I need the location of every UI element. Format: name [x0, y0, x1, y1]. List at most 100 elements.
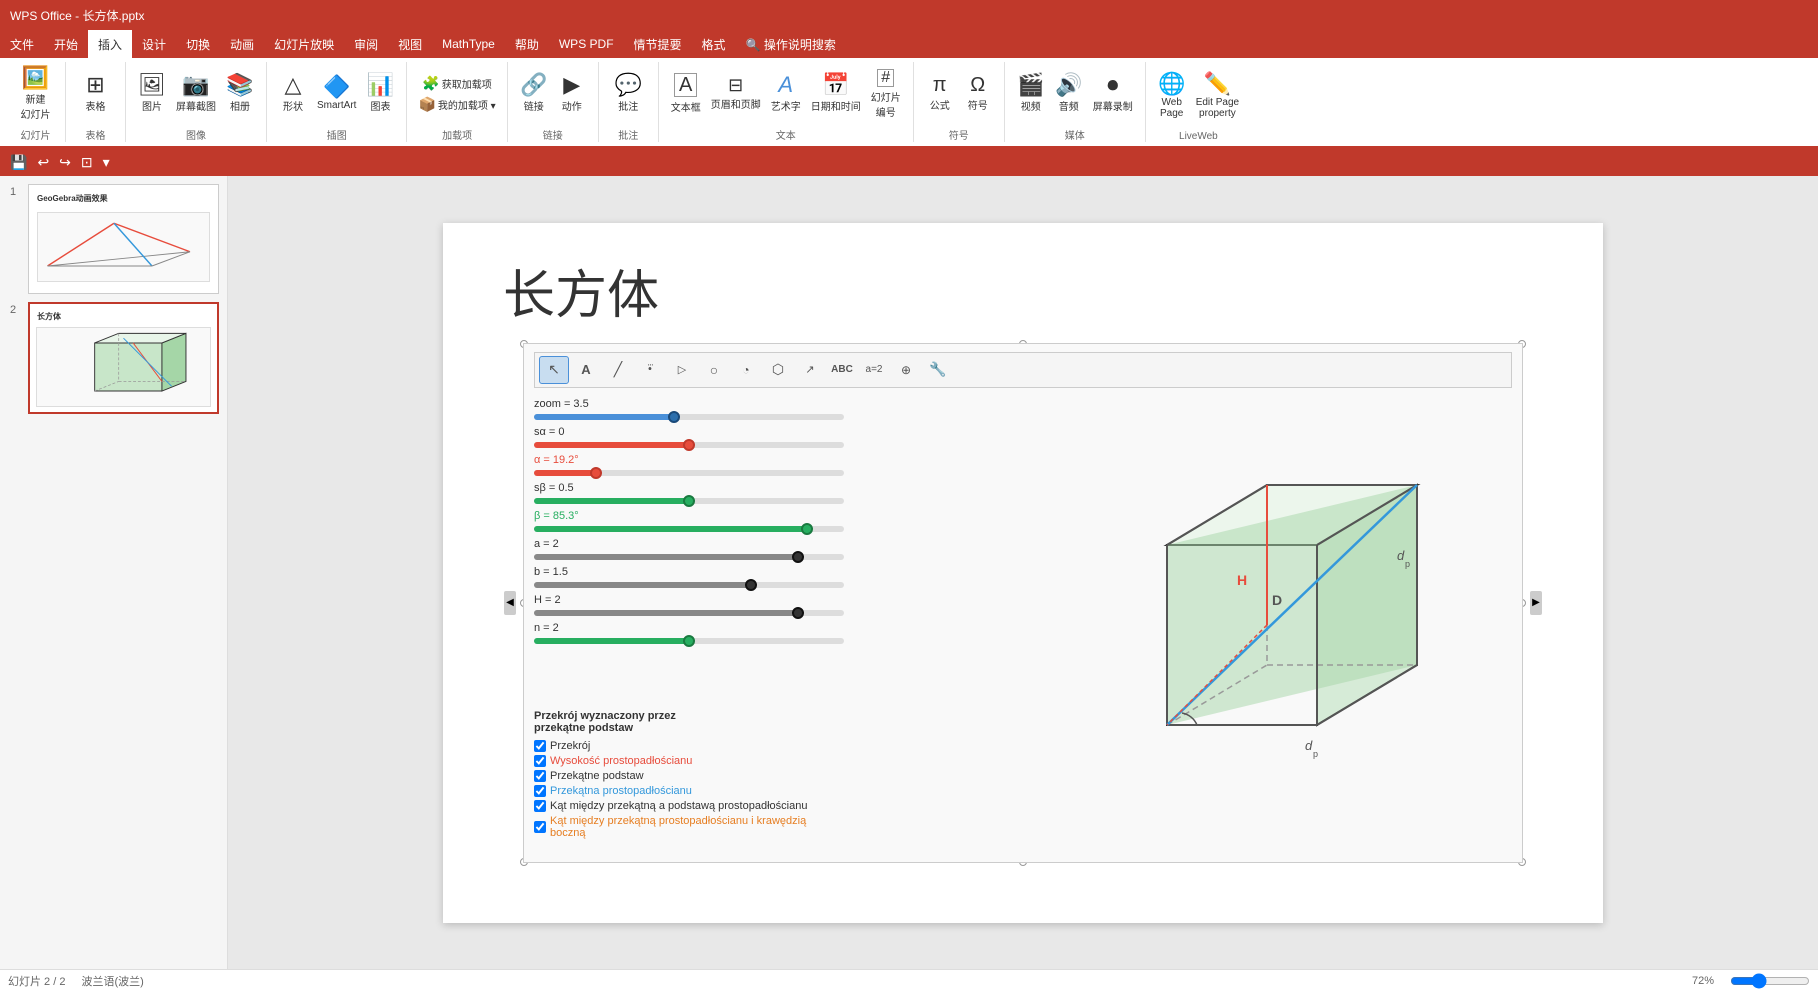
group-buttons-slides: 🖼️ 新建幻灯片	[17, 62, 55, 125]
tab-animation[interactable]: 动画	[220, 30, 264, 58]
panel-arrow-right[interactable]: ▶	[1530, 591, 1542, 615]
checkbox-kat-podstawa-input[interactable]	[534, 800, 546, 812]
slide-thumb-2[interactable]: 长方体	[28, 302, 219, 414]
checkbox-kat-krawedz-input[interactable]	[534, 821, 546, 833]
btn-action[interactable]: ▶ 动作	[554, 72, 590, 115]
geo-tool-arc[interactable]: ◔	[731, 356, 761, 384]
btn-album[interactable]: 📚 相册	[222, 72, 258, 115]
btn-shape[interactable]: △ 形状	[275, 72, 311, 115]
slider-b-track[interactable]	[534, 582, 844, 588]
checkbox-przekatna-prostop-input[interactable]	[534, 785, 546, 797]
checkbox-przekatne-input[interactable]	[534, 770, 546, 782]
btn-get-addons[interactable]: 🧩 获取加载项	[419, 74, 494, 93]
tab-storyboard[interactable]: 情节提要	[624, 30, 692, 58]
tab-home[interactable]: 开始	[44, 30, 88, 58]
btn-picture[interactable]: 🖼 图片	[134, 72, 170, 115]
tab-format[interactable]: 格式	[692, 30, 736, 58]
tab-design[interactable]: 设计	[132, 30, 176, 58]
svg-text:d: d	[1305, 738, 1313, 753]
btn-undo[interactable]: ↩	[35, 152, 51, 173]
btn-wordart[interactable]: A 艺术字	[767, 72, 805, 115]
geo-tool-polygon[interactable]: ⬡	[763, 356, 793, 384]
tab-transition[interactable]: 切换	[176, 30, 220, 58]
tab-search[interactable]: 🔍 操作说明搜索	[736, 30, 846, 58]
btn-custom[interactable]: ⊡	[79, 152, 95, 173]
svg-text:p: p	[1405, 559, 1410, 569]
btn-symbol[interactable]: Ω 符号	[960, 73, 996, 114]
zoom-level: 72%	[1692, 975, 1714, 987]
slider-alpha-label: α = 19.2°	[534, 454, 844, 466]
btn-screenshot[interactable]: 📷 屏幕截图	[172, 72, 220, 115]
btn-link[interactable]: 🔗 链接	[516, 72, 552, 115]
tab-view[interactable]: 视图	[388, 30, 432, 58]
group-buttons-text: A 文本框 ⊟ 页眉和页脚 A 艺术字 📅 日期和时间 # 幻灯片编号	[667, 62, 905, 125]
btn-qa-dropdown[interactable]: ▾	[101, 152, 112, 173]
video-icon: 🎬	[1017, 74, 1044, 96]
group-buttons-illustration: △ 形状 🔷 SmartArt 📊 图表	[275, 62, 398, 125]
tab-insert[interactable]: 插入	[88, 30, 132, 58]
panel-arrow-left[interactable]: ◀	[504, 591, 516, 615]
slider-zoom-track[interactable]	[534, 414, 844, 420]
geo-tool-circle[interactable]: ○	[699, 356, 729, 384]
tab-wpspdf[interactable]: WPS PDF	[549, 30, 624, 58]
group-buttons-media: 🎬 视频 🔊 音频 ⏺ 屏幕录制	[1013, 62, 1137, 125]
geo-tool-triangle[interactable]: ▷	[667, 356, 697, 384]
slider-h-track[interactable]	[534, 610, 844, 616]
geo-tool-measure[interactable]: a=2	[859, 356, 889, 384]
btn-header-footer[interactable]: ⊟ 页眉和页脚	[707, 74, 765, 113]
geo-tool-abc[interactable]: ABC	[827, 356, 857, 384]
ribbon-group-image: 🖼 图片 📷 屏幕截图 📚 相册 图像	[126, 62, 267, 142]
slider-zoom: zoom = 3.5	[534, 398, 844, 420]
tab-review[interactable]: 审阅	[344, 30, 388, 58]
slide-panel: 1 GeoGebra动画效果	[0, 176, 228, 969]
group-label-link: 链接	[543, 127, 563, 142]
slider-a-track[interactable]	[534, 554, 844, 560]
geo-tool-line[interactable]: ╱	[603, 356, 633, 384]
btn-video[interactable]: 🎬 视频	[1013, 72, 1049, 115]
checkbox-wysokosc: Wysokość prostopadłościanu	[534, 755, 844, 767]
btn-redo[interactable]: ↪	[57, 152, 73, 173]
wordart-icon: A	[778, 74, 793, 96]
slider-sbeta-track[interactable]	[534, 498, 844, 504]
group-buttons-image: 🖼 图片 📷 屏幕截图 📚 相册	[134, 62, 258, 125]
geo-tool-point[interactable]: •⃛	[635, 356, 665, 384]
geo-tool-ray[interactable]: ↗	[795, 356, 825, 384]
ribbon-group-table: ⊞ 表格 表格	[66, 62, 126, 142]
slider-a: a = 2	[534, 538, 844, 560]
geo-tool-settings[interactable]: 🔧	[923, 356, 953, 384]
tab-help[interactable]: 帮助	[505, 30, 549, 58]
slider-salpha-track[interactable]	[534, 442, 844, 448]
btn-datetime[interactable]: 📅 日期和时间	[807, 72, 865, 115]
tab-file[interactable]: 文件	[0, 30, 44, 58]
tab-mathtype[interactable]: MathType	[432, 30, 505, 58]
app-body: 1 GeoGebra动画效果	[0, 176, 1818, 969]
btn-chart[interactable]: 📊 图表	[362, 72, 398, 115]
geo-tool-point-text[interactable]: A	[571, 356, 601, 384]
zoom-slider[interactable]	[1730, 973, 1810, 989]
btn-screen-record[interactable]: ⏺ 屏幕录制	[1089, 72, 1137, 115]
tab-slideshow[interactable]: 幻灯片放映	[264, 30, 344, 58]
btn-audio[interactable]: 🔊 音频	[1051, 72, 1087, 115]
checkbox-przekroj-input[interactable]	[534, 740, 546, 752]
btn-comment[interactable]: 💬 批注	[610, 72, 646, 115]
btn-save[interactable]: 💾	[8, 152, 29, 173]
btn-smartart[interactable]: 🔷 SmartArt	[313, 74, 360, 113]
slider-n-label: n = 2	[534, 622, 844, 634]
slide-thumb-1[interactable]: GeoGebra动画效果	[28, 184, 219, 294]
slider-beta-track[interactable]	[534, 526, 844, 532]
btn-textbox[interactable]: A 文本框	[667, 71, 705, 116]
screenshot-icon: 📷	[182, 74, 209, 96]
btn-web-page[interactable]: 🌐 WebPage	[1154, 71, 1190, 121]
btn-my-addons[interactable]: 📦 我的加载项 ▾	[415, 95, 498, 114]
btn-slide-number[interactable]: # 幻灯片编号	[867, 67, 905, 121]
geo-tool-move[interactable]: ⊕	[891, 356, 921, 384]
btn-edit-page-property[interactable]: ✏️ Edit Pageproperty	[1192, 71, 1243, 121]
slider-alpha-track[interactable]	[534, 470, 844, 476]
btn-new-slide[interactable]: 🖼️ 新建幻灯片	[17, 65, 55, 123]
geo-tool-cursor[interactable]: ↖	[539, 356, 569, 384]
btn-table[interactable]: ⊞ 表格	[78, 72, 114, 115]
checkbox-przekatna-prostop: Przekątna prostopadłościanu	[534, 785, 844, 797]
btn-equation[interactable]: π 公式	[922, 73, 958, 114]
slider-n-track[interactable]	[534, 638, 844, 644]
checkbox-wysokosc-input[interactable]	[534, 755, 546, 767]
